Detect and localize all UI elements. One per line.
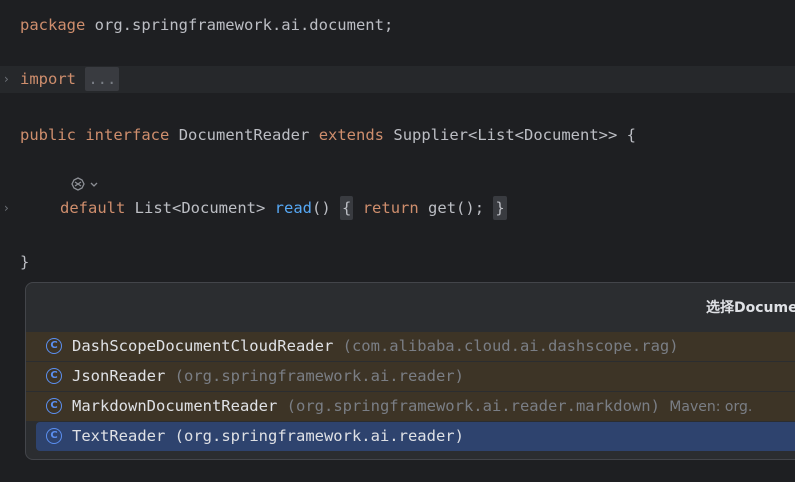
keyword-public: public bbox=[20, 126, 76, 144]
list-item-markdown-document-reader[interactable]: C MarkdownDocumentReader (org.springfram… bbox=[26, 392, 795, 421]
supertype: Supplier<List<Document>> { bbox=[393, 126, 636, 144]
maven-source: Maven: org. bbox=[669, 399, 753, 415]
folded-close-brace[interactable]: } bbox=[493, 196, 507, 220]
ai-assistant-icon[interactable] bbox=[70, 176, 98, 192]
list-item-dashscope-document-cloud-reader[interactable]: C DashScopeDocumentCloudReader (com.alib… bbox=[26, 332, 795, 361]
class-name: DashScopeDocumentCloudReader bbox=[72, 337, 334, 355]
list-item-text-reader[interactable]: C TextReader (org.springframework.ai.rea… bbox=[36, 422, 795, 451]
keyword-default: default bbox=[60, 199, 126, 217]
code-line-default-method: › default List<Document> read() { return… bbox=[0, 195, 795, 221]
return-type: List<Document> bbox=[134, 199, 266, 217]
method-name[interactable]: read bbox=[275, 199, 312, 217]
code-line-package: package org.springframework.ai.document; bbox=[0, 12, 795, 38]
package-name: (com.alibaba.cloud.ai.dashscope.rag) bbox=[342, 337, 679, 355]
keyword-import: import bbox=[20, 70, 76, 88]
code-line-closing-brace: } bbox=[0, 249, 795, 275]
closing-brace: } bbox=[20, 253, 30, 271]
keyword-return: return bbox=[362, 199, 419, 217]
method-body: get(); bbox=[428, 199, 485, 217]
package-path: org.springframework.ai.document; bbox=[85, 16, 394, 34]
fold-expand-icon[interactable]: › bbox=[4, 195, 9, 221]
class-icon: C bbox=[46, 368, 62, 384]
popup-title: 选择Docume bbox=[706, 300, 795, 316]
keyword-package: package bbox=[20, 16, 86, 34]
class-name: MarkdownDocumentReader bbox=[72, 397, 278, 415]
class-icon: C bbox=[46, 338, 62, 354]
class-name: JsonReader bbox=[72, 367, 166, 385]
fold-expand-icon[interactable]: › bbox=[4, 66, 9, 93]
method-parens: () bbox=[312, 199, 331, 217]
class-name: TextReader bbox=[72, 427, 166, 445]
package-name: (org.springframework.ai.reader) bbox=[174, 427, 464, 445]
list-item-json-reader[interactable]: C JsonReader (org.springframework.ai.rea… bbox=[26, 362, 795, 391]
keyword-interface: interface bbox=[85, 126, 170, 144]
class-icon: C bbox=[46, 398, 62, 414]
code-line-import: › import ... bbox=[0, 66, 795, 93]
folded-open-brace[interactable]: { bbox=[340, 196, 354, 220]
code-line-interface: public interface DocumentReader extends … bbox=[0, 122, 795, 148]
class-icon: C bbox=[46, 428, 62, 444]
package-name: (org.springframework.ai.reader) bbox=[174, 367, 464, 385]
folded-imports[interactable]: ... bbox=[85, 67, 120, 91]
package-name: (org.springframework.ai.reader.markdown) bbox=[286, 397, 660, 415]
choose-implementation-popup: 选择Docume C DashScopeDocumentCloudReader … bbox=[25, 282, 795, 460]
interface-name[interactable]: DocumentReader bbox=[179, 126, 310, 144]
keyword-extends: extends bbox=[318, 126, 385, 144]
